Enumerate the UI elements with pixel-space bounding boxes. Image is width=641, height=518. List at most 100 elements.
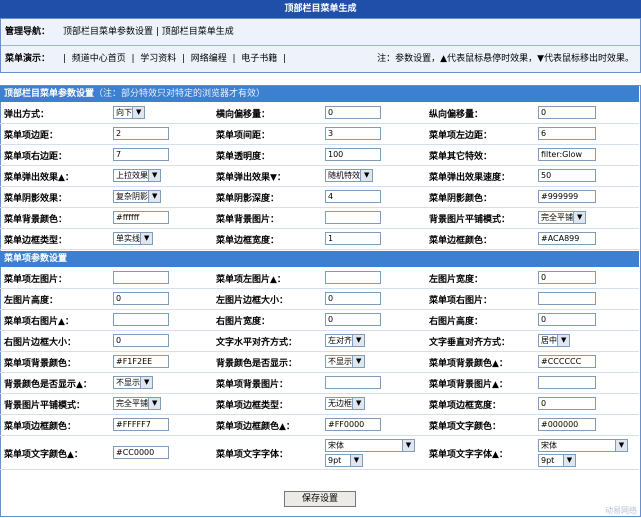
- dropdown-select[interactable]: 复杂阴影 ▼: [113, 190, 162, 203]
- text-input[interactable]: 2: [113, 127, 169, 140]
- text-input[interactable]: 0: [325, 292, 381, 305]
- chevron-down-icon: ▼: [132, 107, 145, 118]
- dropdown-select[interactable]: 单实线 ▼: [113, 232, 154, 245]
- dropdown-select[interactable]: 随机特效 ▼: [325, 169, 374, 182]
- field-label: 菜单背景颜色：: [4, 215, 68, 225]
- field-label: 菜单项背景图片：: [216, 380, 289, 390]
- text-input[interactable]: 1: [325, 232, 381, 245]
- dropdown-value: 随机特效: [328, 171, 360, 180]
- settings-row: 菜单项右图片▲： 右图片宽度： 0 右图片高度： 0: [0, 310, 639, 331]
- chevron-down-icon: ▼: [573, 212, 586, 223]
- field-label: 菜单弹出效果▲：: [4, 173, 74, 183]
- dropdown-select[interactable]: 无边框 ▼: [325, 397, 366, 410]
- dropdown-value: 完全平铺: [116, 399, 148, 408]
- dropdown-value: 居中: [541, 336, 557, 345]
- demo-link-channel-home[interactable]: 频道中心首页: [72, 54, 126, 64]
- field-label: 菜单阴影效果：: [4, 194, 68, 204]
- text-input[interactable]: #ACA899: [538, 232, 596, 245]
- field-label: 背景图片平铺模式：: [4, 401, 86, 411]
- admin-nav-links: 顶部栏目菜单参数设置 | 顶部栏目菜单生成: [63, 27, 234, 37]
- dropdown-value: 9pt: [541, 456, 555, 465]
- text-input[interactable]: [113, 271, 169, 284]
- field-label: 菜单弹出效果速度：: [429, 173, 511, 183]
- text-input[interactable]: 4: [325, 190, 381, 203]
- text-input[interactable]: 0: [113, 334, 169, 347]
- font-size-select[interactable]: 9pt ▼: [538, 454, 576, 467]
- text-input[interactable]: 0: [538, 397, 596, 410]
- settings-row: 左图片高度： 0 左图片边框大小： 0 菜单项右图片：: [0, 289, 639, 310]
- chevron-down-icon: ▼: [352, 335, 365, 346]
- text-input[interactable]: filter:Glow: [538, 148, 596, 161]
- field-label: 菜单边框宽度：: [216, 236, 280, 246]
- nav-link-param-settings[interactable]: 顶部栏目菜单参数设置: [63, 27, 153, 37]
- dropdown-value: 复杂阴影: [116, 192, 148, 201]
- text-input[interactable]: 50: [538, 169, 596, 182]
- text-input[interactable]: #ffffff: [113, 211, 169, 224]
- dropdown-select[interactable]: 居中 ▼: [538, 334, 571, 347]
- field-label: 菜单项文字颜色▲：: [4, 450, 83, 460]
- text-input[interactable]: #CCCCCC: [538, 355, 596, 368]
- text-input[interactable]: [538, 292, 596, 305]
- text-input[interactable]: 7: [113, 148, 169, 161]
- text-input[interactable]: #CC0000: [113, 446, 169, 459]
- dropdown-value: 宋体: [328, 441, 344, 450]
- text-input[interactable]: 0: [538, 271, 596, 284]
- chevron-down-icon: ▼: [360, 170, 373, 181]
- text-input[interactable]: 0: [538, 313, 596, 326]
- settings-row: 菜单项左图片： 菜单项左图片▲： 左图片宽度： 0: [0, 268, 639, 289]
- text-input[interactable]: #FF0000: [325, 418, 381, 431]
- text-input[interactable]: [113, 313, 169, 326]
- text-input[interactable]: #F1F2EE: [113, 355, 169, 368]
- text-input[interactable]: [538, 376, 596, 389]
- font-size-select[interactable]: 9pt ▼: [325, 454, 363, 467]
- text-input[interactable]: [325, 211, 381, 224]
- section-title: 菜单项参数设置: [4, 254, 68, 264]
- text-input[interactable]: #000000: [538, 418, 596, 431]
- field-label: 菜单项左图片▲：: [216, 275, 286, 285]
- menu-demo-links: | 频道中心首页 | 学习资料 | 网络编程 | 电子书籍 |: [63, 54, 287, 64]
- chevron-down-icon: ▼: [148, 170, 161, 181]
- text-input[interactable]: 0: [325, 313, 381, 326]
- nav-link-menu-generate[interactable]: 顶部栏目菜单生成: [162, 27, 234, 37]
- text-input[interactable]: #999999: [538, 190, 596, 203]
- dropdown-select[interactable]: 向下 ▼: [113, 106, 146, 119]
- dropdown-select[interactable]: 完全平铺 ▼: [538, 211, 587, 224]
- field-label: 菜单透明度：: [216, 152, 271, 162]
- dropdown-select[interactable]: 不显示 ▼: [325, 355, 366, 368]
- page-title: 顶部栏目菜单生成: [0, 0, 641, 18]
- text-input[interactable]: 6: [538, 127, 596, 140]
- field-label: 弹出方式：: [4, 110, 50, 120]
- dropdown-select[interactable]: 左对齐 ▼: [325, 334, 366, 347]
- settings-row: 菜单项边距： 2 菜单项间距： 3 菜单项左边距： 6: [0, 124, 639, 145]
- text-input[interactable]: [325, 376, 381, 389]
- text-input[interactable]: 3: [325, 127, 381, 140]
- dropdown-value: 9pt: [328, 456, 342, 465]
- field-label: 菜单项文字字体：: [216, 450, 289, 460]
- field-label: 菜单背景图片：: [216, 215, 280, 225]
- demo-link-study[interactable]: 学习资料: [140, 54, 176, 64]
- save-button[interactable]: 保存设置: [284, 491, 356, 507]
- chevron-down-icon: ▼: [615, 440, 627, 451]
- text-input[interactable]: #FFFFF7: [113, 418, 169, 431]
- demo-link-ebooks[interactable]: 电子书籍: [241, 54, 277, 64]
- text-input[interactable]: [325, 271, 381, 284]
- field-label: 菜单项边框类型：: [216, 401, 289, 411]
- section-subtitle: （注：部分特效只对特定的浏览器才有效）: [94, 89, 266, 99]
- dropdown-value: 不显示: [116, 378, 140, 387]
- dropdown-select[interactable]: 不显示 ▼: [113, 376, 154, 389]
- font-family-select[interactable]: 宋体 ▼: [538, 439, 628, 452]
- dropdown-select[interactable]: 完全平铺 ▼: [113, 397, 162, 410]
- dropdown-select[interactable]: 上拉效果 ▼: [113, 169, 162, 182]
- text-input[interactable]: 0: [325, 106, 381, 119]
- field-label: 菜单项边框宽度：: [429, 401, 502, 411]
- text-input[interactable]: 0: [538, 106, 596, 119]
- settings-row: 菜单阴影效果： 复杂阴影 ▼ 菜单阴影深度： 4 菜单阴影颜色： #999999: [0, 187, 639, 208]
- field-label: 菜单弹出效果▼：: [216, 173, 286, 183]
- field-label: 右图片边框大小：: [4, 338, 77, 348]
- field-label: 菜单项右图片：: [429, 296, 493, 306]
- text-input[interactable]: 0: [113, 292, 169, 305]
- font-family-select[interactable]: 宋体 ▼: [325, 439, 415, 452]
- text-input[interactable]: 100: [325, 148, 381, 161]
- demo-link-programming[interactable]: 网络编程: [191, 54, 227, 64]
- field-label: 菜单项间距：: [216, 131, 271, 141]
